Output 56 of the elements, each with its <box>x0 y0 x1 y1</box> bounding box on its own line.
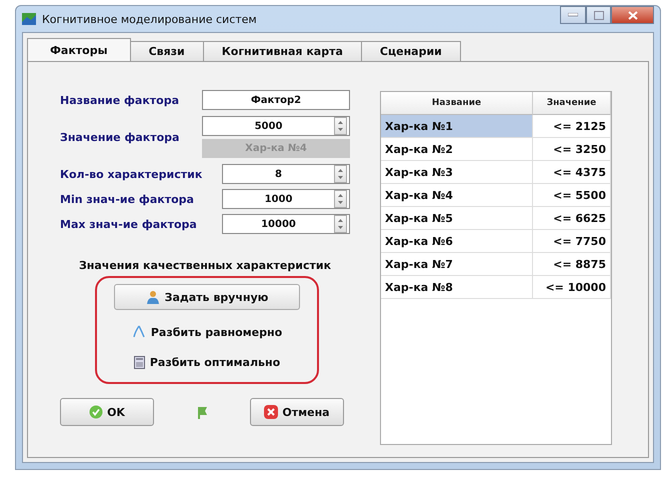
field-label: Max знач-ие фактора <box>60 218 197 230</box>
close-button[interactable] <box>611 6 654 24</box>
flag-icon <box>195 405 209 419</box>
calculator-icon <box>134 356 145 368</box>
table-cell[interactable]: Хар-ка №4 <box>381 184 533 207</box>
spin-buttons[interactable] <box>334 117 347 135</box>
field-label: Значение фактора <box>60 130 180 144</box>
fork-icon <box>132 324 146 340</box>
column-header[interactable]: Значение <box>533 92 611 115</box>
check-icon <box>89 405 104 419</box>
tab[interactable]: Когнитивная карта <box>202 41 362 61</box>
name-field[interactable]: Фактор2 <box>202 90 350 110</box>
person-icon <box>146 290 160 304</box>
tab[interactable]: Сценарии <box>360 41 461 61</box>
minimize-button[interactable] <box>560 6 586 24</box>
maximize-icon <box>594 10 604 20</box>
table-cell[interactable]: Хар-ка №2 <box>381 138 533 161</box>
tab[interactable]: Связи <box>130 41 204 61</box>
table-cell[interactable]: Хар-ка №8 <box>381 276 533 299</box>
number-field[interactable]: 8 <box>222 164 350 184</box>
section-heading: Значения качественных характеристик <box>78 259 332 272</box>
column-header[interactable]: Название <box>381 92 533 115</box>
table-cell: <= 7750 <box>533 230 611 253</box>
table-cell[interactable]: Хар-ка №1 <box>381 115 533 138</box>
number-field[interactable]: 1000 <box>222 189 350 209</box>
table-cell[interactable]: Хар-ка №7 <box>381 253 533 276</box>
field-label: Название фактора <box>60 94 180 106</box>
cancel-icon <box>264 405 278 419</box>
table-cell: <= 5500 <box>533 184 611 207</box>
spin-buttons[interactable] <box>334 215 347 233</box>
spin-buttons[interactable] <box>334 165 347 183</box>
value-field[interactable]: 5000 <box>202 116 350 136</box>
action-button[interactable]: Разбить оптимально <box>128 348 286 376</box>
table-cell: <= 10000 <box>533 276 611 299</box>
action-button[interactable]: Задать вручную <box>114 284 300 310</box>
action-button[interactable]: Разбить равномерно <box>126 318 288 346</box>
spin-buttons[interactable] <box>334 190 347 208</box>
field-label: Min знач-ие фактора <box>60 192 194 206</box>
tab[interactable]: Факторы <box>27 38 131 61</box>
close-icon <box>628 10 638 20</box>
table-cell: <= 2125 <box>533 115 611 138</box>
maximize-button[interactable] <box>586 6 611 24</box>
app-icon <box>22 13 36 25</box>
table-cell[interactable]: Хар-ка №3 <box>381 161 533 184</box>
table-cell: <= 3250 <box>533 138 611 161</box>
table-cell[interactable]: Хар-ка №6 <box>381 230 533 253</box>
table-cell: <= 6625 <box>533 207 611 230</box>
field-label: Кол-во характеристик <box>60 168 202 180</box>
number-field[interactable]: 10000 <box>222 214 350 234</box>
table-cell: <= 4375 <box>533 161 611 184</box>
window-title: Когнитивное моделирование систем <box>42 12 258 26</box>
ok-button[interactable]: OK <box>60 398 154 426</box>
cancel-button[interactable]: Отмена <box>250 398 344 426</box>
table-cell: <= 8875 <box>533 253 611 276</box>
table-cell[interactable]: Хар-ка №5 <box>381 207 533 230</box>
minimize-icon <box>568 13 578 17</box>
